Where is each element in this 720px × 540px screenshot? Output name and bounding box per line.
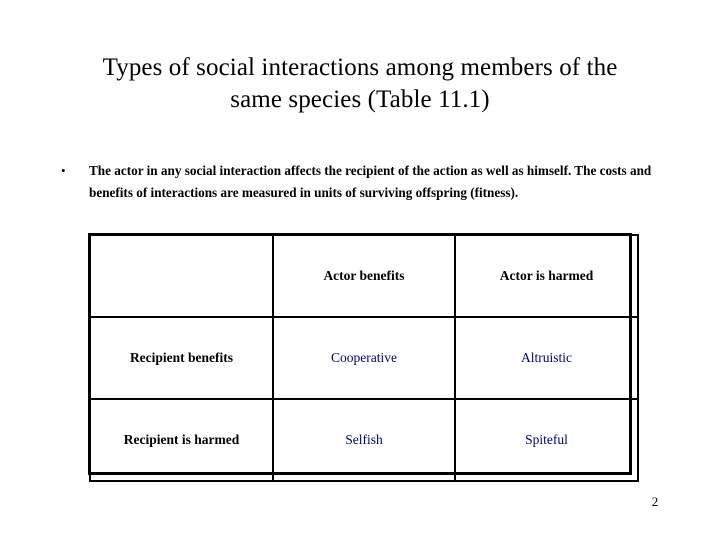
slide-canvas: Types of social interactions among membe…	[0, 0, 720, 540]
title-line-2: same species (Table 11.1)	[230, 86, 490, 113]
table-header-actor-is-harmed: Actor is harmed	[454, 234, 639, 318]
bullet-list-item: • The actor in any social interaction af…	[55, 160, 665, 203]
social-interaction-matrix-table: Actor benefits Actor is harmed Recipient…	[89, 234, 639, 482]
table-cell-corner	[89, 234, 274, 318]
table-cell-cooperative: Cooperative	[272, 316, 456, 400]
table-rowlabel-recipient-benefits: Recipient benefits	[89, 316, 274, 400]
page-number: 2	[651, 494, 659, 509]
table-cell-altruistic: Altruistic	[454, 316, 639, 400]
bullet-item-text: The actor in any social interaction affe…	[89, 163, 652, 200]
table-row-header: Actor benefits Actor is harmed	[89, 234, 639, 318]
table-header-actor-benefits: Actor benefits	[272, 234, 456, 318]
table-row: Recipient is harmed Selfish Spiteful	[89, 398, 639, 482]
slide-title: Types of social interactions among membe…	[40, 52, 680, 116]
table-cell-selfish: Selfish	[272, 398, 456, 482]
table-rowlabel-recipient-is-harmed: Recipient is harmed	[89, 398, 274, 482]
slide-body: • The actor in any social interaction af…	[55, 160, 665, 203]
title-line-1: Types of social interactions among membe…	[102, 54, 618, 81]
bullet-dot-icon: •	[61, 163, 66, 178]
table-cell-spiteful: Spiteful	[454, 398, 639, 482]
table-row: Recipient benefits Cooperative Altruisti…	[89, 316, 639, 400]
